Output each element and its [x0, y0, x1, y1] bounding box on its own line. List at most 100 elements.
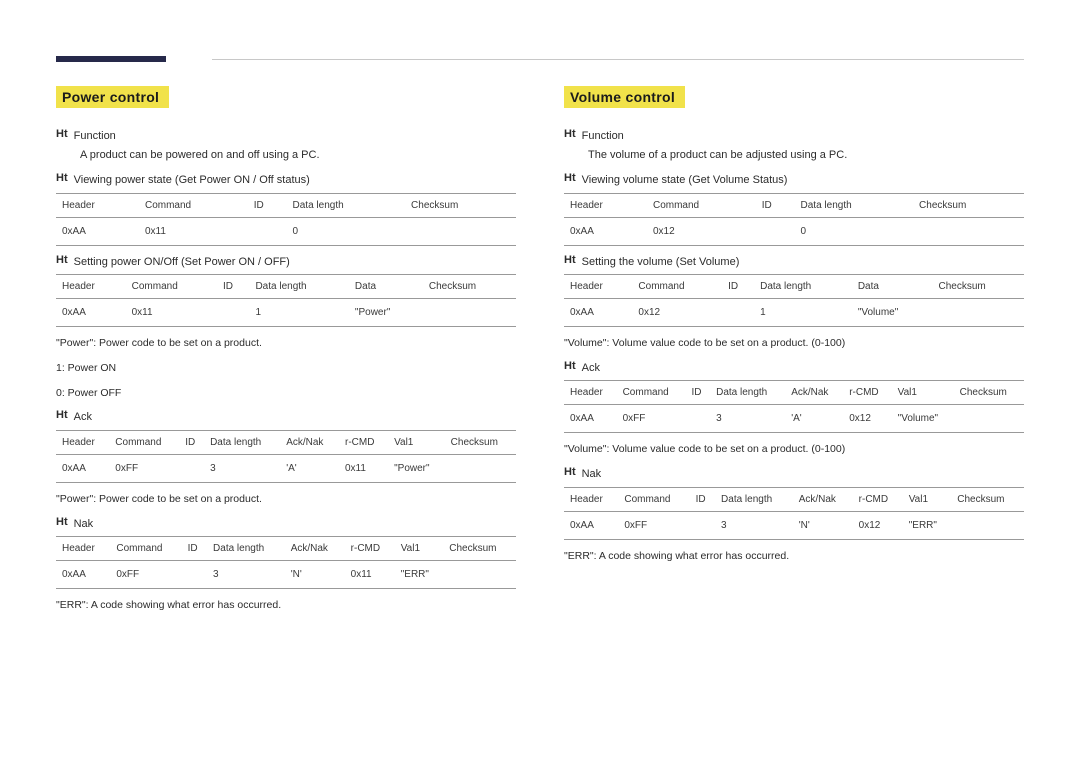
td: 3 — [710, 405, 785, 433]
table-row: 0xAA 0xFF 3 'A' 0x12 "Volume" — [564, 405, 1024, 433]
th: Val1 — [903, 487, 952, 511]
td — [932, 299, 1024, 327]
bullet-icon: Ht — [564, 172, 576, 184]
heading-power: Power control — [56, 86, 169, 108]
td: 0x11 — [139, 217, 248, 245]
bullet-icon: Ht — [56, 172, 68, 184]
th: Command — [632, 275, 722, 299]
td: "Volume" — [892, 405, 954, 433]
bullet-nak: Ht Nak — [56, 516, 516, 533]
bullet-label: Ack — [74, 409, 92, 426]
td: 0x12 — [853, 511, 903, 539]
th: ID — [182, 537, 207, 561]
td — [951, 511, 1024, 539]
th: Data — [349, 275, 423, 299]
td — [756, 217, 795, 245]
td: 3 — [207, 561, 285, 589]
td: 1 — [754, 299, 852, 327]
th: Data length — [710, 381, 785, 405]
td — [686, 405, 711, 433]
table-set-volume: Header Command ID Data length Data Check… — [564, 274, 1024, 327]
td: 0x12 — [647, 217, 756, 245]
bullet-icon: Ht — [56, 516, 68, 528]
th: Checksum — [932, 275, 1024, 299]
th: Data length — [715, 487, 793, 511]
bullet-icon: Ht — [564, 254, 576, 266]
th: Header — [56, 275, 126, 299]
th: Val1 — [395, 537, 444, 561]
td — [405, 217, 516, 245]
td: 3 — [715, 511, 793, 539]
td — [722, 299, 754, 327]
th: Data length — [754, 275, 852, 299]
td: 0x12 — [843, 405, 891, 433]
bullet-set-power: Ht Setting power ON/Off (Set Power ON / … — [56, 254, 516, 271]
td: 0xAA — [564, 405, 617, 433]
content-columns: Power control Ht Function A product can … — [56, 86, 1024, 614]
th: Ack/Nak — [285, 537, 345, 561]
th: r-CMD — [345, 537, 395, 561]
th: Ack/Nak — [793, 487, 853, 511]
function-desc: A product can be powered on and off usin… — [80, 147, 516, 165]
td: 0xFF — [618, 511, 689, 539]
td — [182, 561, 207, 589]
td — [954, 405, 1024, 433]
heading-volume: Volume control — [564, 86, 685, 108]
bullet-icon: Ht — [56, 254, 68, 266]
th: Command — [109, 430, 179, 454]
table-ack: Header Command ID Data length Ack/Nak r-… — [56, 430, 516, 483]
th: Header — [56, 193, 139, 217]
table-row: 0xAA 0x11 0 — [56, 217, 516, 245]
th: Header — [564, 275, 632, 299]
td: 'N' — [285, 561, 345, 589]
th: Checksum — [423, 275, 516, 299]
td: 0xAA — [56, 217, 139, 245]
td: 0xAA — [56, 299, 126, 327]
th: Command — [110, 537, 181, 561]
th: ID — [722, 275, 754, 299]
td: 0xFF — [110, 561, 181, 589]
th: Checksum — [951, 487, 1024, 511]
td: 'A' — [785, 405, 843, 433]
bullet-set-volume: Ht Setting the volume (Set Volume) — [564, 254, 1024, 271]
td — [443, 561, 516, 589]
th: Ack/Nak — [280, 430, 339, 454]
header-mark — [56, 56, 166, 62]
th: ID — [248, 193, 287, 217]
th: Val1 — [388, 430, 445, 454]
table-row: 0xAA 0x11 1 "Power" — [56, 299, 516, 327]
bullet-icon: Ht — [564, 466, 576, 478]
td: 3 — [204, 454, 280, 482]
table-nak: Header Command ID Data length Ack/Nak r-… — [564, 487, 1024, 540]
bullet-label: Setting power ON/Off (Set Power ON / OFF… — [74, 254, 290, 271]
td — [913, 217, 1024, 245]
th: Data length — [795, 193, 914, 217]
table-row: 0xAA 0xFF 3 'N' 0x11 "ERR" — [56, 561, 516, 589]
th: Command — [139, 193, 248, 217]
td: 0xAA — [564, 217, 647, 245]
bullet-icon: Ht — [564, 128, 576, 140]
td — [179, 454, 204, 482]
th: Checksum — [954, 381, 1024, 405]
td: "Power" — [349, 299, 423, 327]
td: "Volume" — [852, 299, 933, 327]
th: Command — [617, 381, 686, 405]
bullet-label: Ack — [582, 360, 600, 377]
td — [217, 299, 250, 327]
td — [445, 454, 516, 482]
th: Checksum — [443, 537, 516, 561]
table-ack: Header Command ID Data length Ack/Nak r-… — [564, 380, 1024, 433]
note-power-code-2: "Power": Power code to be set on a produ… — [56, 491, 516, 508]
td: 0x11 — [126, 299, 217, 327]
table-set-power: Header Command ID Data length Data Check… — [56, 274, 516, 327]
col-power: Power control Ht Function A product can … — [56, 86, 516, 614]
th: Checksum — [913, 193, 1024, 217]
td: 0x11 — [339, 454, 388, 482]
note-err: "ERR": A code showing what error has occ… — [564, 548, 1024, 565]
th: ID — [686, 381, 711, 405]
th: Data length — [249, 275, 348, 299]
td: "ERR" — [395, 561, 444, 589]
th: r-CMD — [843, 381, 891, 405]
td: 'A' — [280, 454, 339, 482]
header-rule — [212, 59, 1024, 60]
